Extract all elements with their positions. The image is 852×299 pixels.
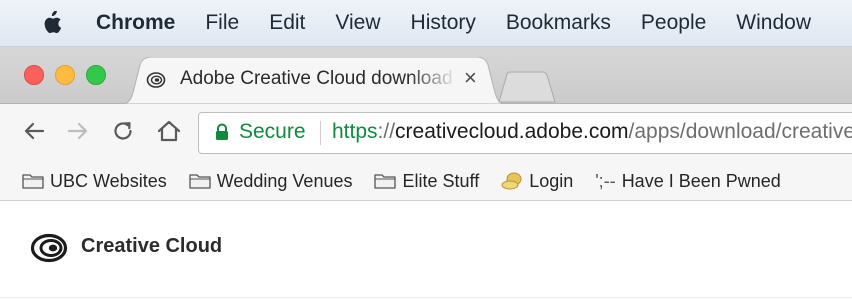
folder-icon	[374, 174, 397, 189]
bookmark-label: UBC Websites	[50, 170, 167, 191]
screen: Chrome File Edit View History Bookmarks …	[0, 0, 852, 299]
url-host: creativecloud.adobe.com	[395, 120, 629, 143]
folder-icon	[22, 174, 44, 189]
page-content: Creative Cloud	[0, 201, 852, 299]
bookmark-label: Have I Been Pwned	[621, 170, 781, 191]
menu-file[interactable]: File	[205, 11, 239, 35]
menu-history[interactable]: History	[411, 11, 476, 35]
login-favicon-icon	[501, 172, 522, 190]
bookmark-ubc-websites[interactable]: UBC Websites	[22, 171, 167, 192]
browser-toolbar: Secure https://creativecloud.adobe.com/a…	[0, 104, 852, 162]
tab-strip: Adobe Creative Cloud download ×	[0, 47, 852, 104]
creative-cloud-logo-icon[interactable]	[30, 233, 70, 263]
lock-icon	[216, 123, 228, 140]
address-bar[interactable]: Secure https://creativecloud.adobe.com/a…	[198, 112, 852, 154]
url-scheme-separator: ://	[377, 120, 396, 143]
menu-app-chrome[interactable]: Chrome	[96, 11, 175, 35]
tab-active[interactable]: Adobe Creative Cloud download ×	[122, 57, 506, 104]
bookmark-have-i-been-pwned[interactable]: ';-- Have I Been Pwned	[595, 171, 781, 192]
bookmark-label: Elite Stuff	[402, 170, 480, 191]
close-window-button[interactable]	[24, 65, 44, 85]
bookmarks-bar: UBC Websites Wedding Venues Elite Stuff …	[0, 162, 852, 201]
bookmark-wedding-venues[interactable]: Wedding Venues	[189, 170, 353, 192]
reload-icon[interactable]	[111, 119, 135, 143]
menu-window[interactable]: Window	[736, 11, 811, 35]
bookmark-login[interactable]: Login	[501, 171, 573, 192]
url-path: /apps/download/creative-cloud	[628, 120, 852, 143]
secure-label: Secure	[239, 120, 306, 143]
url-scheme: https	[332, 120, 378, 143]
bookmark-elite-stuff[interactable]: Elite Stuff	[374, 171, 479, 192]
forward-arrow-icon[interactable]	[66, 119, 90, 143]
home-icon[interactable]	[156, 119, 182, 143]
pwned-favicon-icon: ';--	[595, 170, 616, 191]
menu-view[interactable]: View	[335, 11, 380, 35]
brand-title[interactable]: Creative Cloud	[81, 235, 222, 258]
folder-icon	[189, 174, 211, 189]
omnibox-separator	[320, 121, 321, 145]
apple-menu-icon[interactable]	[42, 11, 62, 35]
url-text[interactable]: https://creativecloud.adobe.com/apps/dow…	[332, 120, 852, 144]
tab-close-icon[interactable]: ×	[464, 66, 477, 90]
menu-people[interactable]: People	[641, 11, 706, 35]
new-tab-button[interactable]	[497, 71, 557, 103]
site-favicon-icon	[146, 71, 166, 94]
bookmark-label: Login	[529, 170, 574, 191]
header-divider	[0, 297, 852, 298]
back-arrow-icon[interactable]	[22, 119, 46, 143]
bookmark-label: Wedding Venues	[216, 170, 353, 191]
menu-bar: Chrome File Edit View History Bookmarks …	[0, 0, 852, 47]
menu-bookmarks[interactable]: Bookmarks	[506, 11, 611, 35]
tab-title: Adobe Creative Cloud download	[180, 68, 453, 89]
menu-edit[interactable]: Edit	[269, 11, 305, 35]
minimize-window-button[interactable]	[55, 65, 75, 85]
zoom-window-button[interactable]	[86, 65, 106, 85]
